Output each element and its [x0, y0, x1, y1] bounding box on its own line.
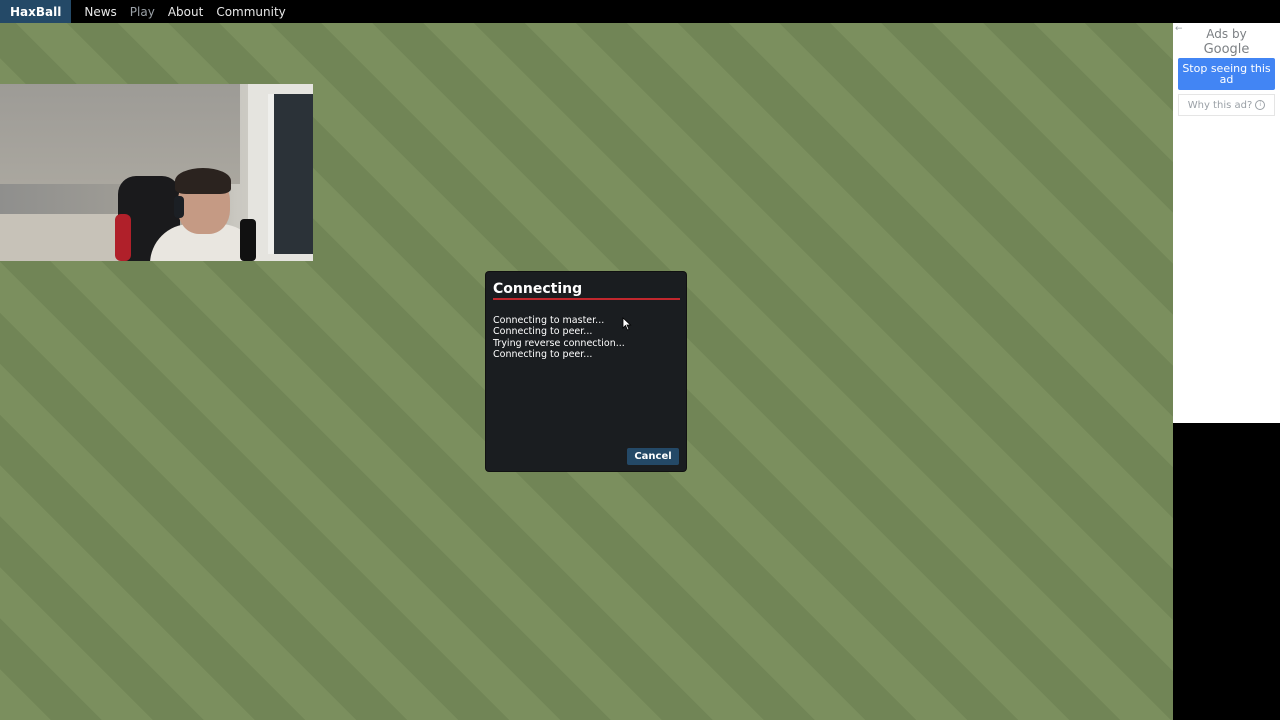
google-text: Google — [1203, 42, 1250, 57]
why-this-ad-button[interactable]: Why this ad? i — [1178, 94, 1275, 116]
dialog-title: Connecting — [493, 281, 583, 297]
ad-panel: ← Ads by Google Stop seeing this ad Why … — [1173, 23, 1280, 423]
right-blank-area — [1173, 423, 1280, 720]
log-line: Connecting to peer... — [493, 349, 593, 361]
nav-item-play[interactable]: Play — [130, 5, 155, 19]
dialog-title-underline — [493, 298, 680, 300]
connecting-dialog: Connecting Connecting to master... Conne… — [486, 272, 686, 471]
webcam-window — [268, 94, 313, 254]
top-nav-bar: HaxBall News Play About Community — [0, 0, 1280, 23]
info-icon: i — [1255, 100, 1266, 110]
mouse-cursor-icon — [622, 317, 632, 331]
ads-by-text: Ads by — [1206, 27, 1247, 41]
webcam-overlay — [0, 84, 313, 261]
ads-by-google-label: Ads by Google — [1173, 27, 1280, 57]
log-line: Connecting to peer... — [493, 326, 593, 338]
cancel-button[interactable]: Cancel — [627, 448, 679, 465]
nav-item-about[interactable]: About — [168, 5, 203, 19]
stop-seeing-ad-button[interactable]: Stop seeing this ad — [1178, 58, 1275, 90]
haxball-logo-link[interactable]: HaxBall — [0, 0, 72, 23]
nav-item-community[interactable]: Community — [216, 5, 285, 19]
webcam-chair-accent — [115, 214, 131, 261]
headphone-icon — [174, 196, 184, 218]
log-line: Connecting to master... — [493, 315, 605, 326]
connection-log: Connecting to master... Connecting to pe… — [493, 315, 625, 361]
nav-item-news[interactable]: News — [84, 5, 116, 19]
log-line: Trying reverse connection... — [493, 337, 625, 349]
microphone-icon — [240, 219, 256, 261]
webcam-person-hair — [175, 168, 231, 194]
why-this-ad-label: Why this ad? — [1187, 99, 1253, 111]
